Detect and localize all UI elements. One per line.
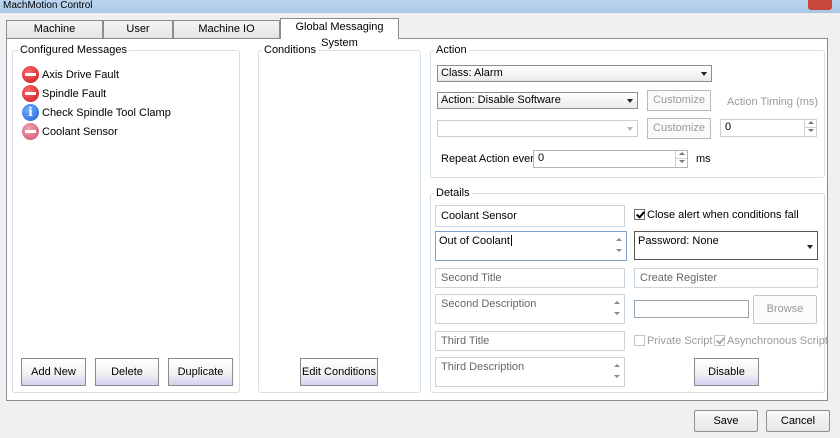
- list-item-label: Coolant Sensor: [42, 125, 118, 138]
- class-select[interactable]: Class: Alarm: [437, 65, 712, 82]
- description-field-value: Out of Coolant: [439, 235, 510, 247]
- browse-button[interactable]: Browse: [753, 295, 817, 324]
- password-select[interactable]: Password: None: [634, 231, 818, 260]
- title-field[interactable]: Coolant Sensor: [435, 205, 625, 227]
- conditions-legend: Conditions: [262, 44, 318, 56]
- action-timing-label: Action Timing (ms): [727, 96, 819, 108]
- alarm-icon: [22, 85, 39, 102]
- stepper-up-icon[interactable]: [675, 151, 687, 159]
- chevron-down-icon: [807, 245, 813, 249]
- register-path-field[interactable]: [634, 300, 749, 318]
- title-field-value: Coolant Sensor: [441, 210, 517, 222]
- list-item-label: Check Spindle Tool Clamp: [42, 106, 171, 119]
- action-select[interactable]: Action: Disable Software: [437, 92, 638, 109]
- chevron-down-icon: [701, 72, 707, 76]
- list-item[interactable]: Coolant Sensor: [22, 122, 232, 141]
- customize-third-button[interactable]: Customize: [647, 118, 711, 139]
- configured-messages-list: Axis Drive Fault Spindle Fault i Check S…: [22, 65, 232, 141]
- details-legend: Details: [434, 187, 472, 199]
- list-item[interactable]: i Check Spindle Tool Clamp: [22, 103, 232, 122]
- action-select-value: Action: Disable Software: [441, 94, 561, 106]
- private-script-checkbox[interactable]: [634, 335, 645, 346]
- stepper-down-icon[interactable]: [804, 128, 816, 136]
- chevron-down-icon: [627, 99, 633, 103]
- duplicate-button[interactable]: Duplicate: [168, 358, 233, 386]
- asynchronous-script-label: Asynchronous Script: [727, 335, 828, 347]
- third-action-select[interactable]: [437, 120, 638, 137]
- cancel-button[interactable]: Cancel: [766, 410, 830, 432]
- private-script-label: Private Script: [647, 335, 713, 347]
- create-register-placeholder: Create Register: [640, 272, 718, 284]
- third-title-field[interactable]: Third Title: [435, 331, 625, 351]
- tab-machine-io-diagnostics[interactable]: Machine IO Diagnostics: [173, 20, 280, 51]
- window-titlebar: MachMotion Control: [0, 0, 840, 13]
- list-item-label: Axis Drive Fault: [42, 68, 120, 81]
- chevron-down-icon: [627, 127, 633, 131]
- stepper-down-icon[interactable]: [675, 159, 687, 167]
- save-button[interactable]: Save: [694, 410, 758, 432]
- third-description-field[interactable]: Third Description: [435, 357, 625, 387]
- asynchronous-script-checkbox[interactable]: [714, 335, 725, 346]
- list-item[interactable]: Axis Drive Fault: [22, 65, 232, 84]
- create-register-field[interactable]: Create Register: [634, 268, 818, 288]
- repeat-unit-label: ms: [696, 153, 711, 165]
- action-legend: Action: [434, 44, 469, 56]
- second-description-placeholder: Second Description: [441, 298, 537, 310]
- configured-messages-legend: Configured Messages: [18, 44, 130, 56]
- second-description-field[interactable]: Second Description: [435, 294, 625, 324]
- tab-user-interface[interactable]: User Interface: [103, 20, 173, 51]
- window-title: MachMotion Control: [3, 0, 93, 11]
- password-select-value: Password: None: [638, 235, 719, 247]
- repeat-action-value: 0: [538, 152, 545, 164]
- alarm-icon: [22, 123, 39, 140]
- window-close-icon[interactable]: [808, 0, 832, 10]
- stepper-up-icon[interactable]: [804, 120, 816, 128]
- alarm-icon: [22, 66, 39, 83]
- scroll-arrows-icon[interactable]: [614, 300, 621, 316]
- text-caret: [510, 235, 512, 246]
- action-timing-stepper[interactable]: 0: [720, 119, 817, 137]
- repeat-action-stepper[interactable]: 0: [533, 150, 688, 168]
- scroll-arrows-icon[interactable]: [614, 363, 621, 379]
- action-timing-value: 0: [725, 121, 732, 133]
- close-alert-checkbox[interactable]: [634, 209, 645, 220]
- description-field[interactable]: Out of Coolant: [435, 231, 627, 261]
- list-item[interactable]: Spindle Fault: [22, 84, 232, 103]
- class-select-value: Class: Alarm: [441, 67, 503, 79]
- add-new-button[interactable]: Add New: [21, 358, 86, 386]
- close-alert-label: Close alert when conditions fall: [647, 209, 799, 221]
- second-title-placeholder: Second Title: [441, 272, 502, 284]
- third-description-placeholder: Third Description: [441, 361, 525, 373]
- tab-global-messaging-system[interactable]: Global Messaging System: [280, 18, 399, 49]
- tab-machine-parameters[interactable]: Machine Parameters: [6, 20, 103, 51]
- customize-action-button[interactable]: Customize: [647, 90, 711, 111]
- scroll-arrows-icon[interactable]: [616, 237, 623, 253]
- info-icon: i: [22, 104, 39, 121]
- second-title-field[interactable]: Second Title: [435, 268, 625, 288]
- disable-button[interactable]: Disable: [694, 358, 759, 386]
- repeat-action-label: Repeat Action every: [441, 153, 540, 165]
- delete-button[interactable]: Delete: [95, 358, 159, 386]
- conditions-group: [258, 50, 421, 393]
- list-item-label: Spindle Fault: [42, 87, 107, 100]
- third-title-placeholder: Third Title: [441, 335, 490, 347]
- edit-conditions-button[interactable]: Edit Conditions: [300, 358, 378, 386]
